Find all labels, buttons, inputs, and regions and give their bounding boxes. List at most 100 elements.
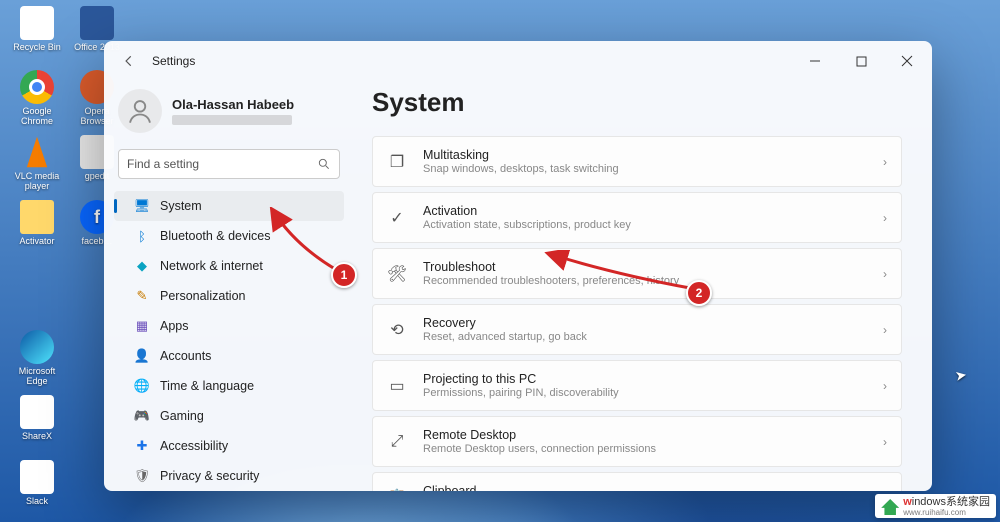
desktop-icon-sharex[interactable]: ShareX: [12, 395, 62, 441]
nav-icon: ▦: [134, 318, 150, 334]
house-icon: [881, 499, 899, 515]
folder-icon: [20, 200, 54, 234]
nav-icon: ᛒ: [134, 228, 150, 244]
main-panel: System ❐ MultitaskingSnap windows, deskto…: [348, 81, 932, 491]
search-icon: [317, 157, 331, 171]
watermark: windows系统家园 www.ruihaifu.com: [875, 494, 996, 518]
sidebar-item-label: Bluetooth & devices: [160, 229, 271, 243]
desktop-icon-slack[interactable]: Slack: [12, 460, 62, 506]
desktop-icon-label: ShareX: [12, 431, 62, 441]
sidebar-item-label: Accounts: [160, 349, 211, 363]
desktop-icon-label: VLC media player: [12, 171, 62, 191]
card-icon: 🛠: [387, 264, 407, 284]
minimize-icon: [809, 55, 821, 67]
annotation-badge-1: 1: [331, 262, 357, 288]
card-icon: ❐: [387, 152, 407, 172]
sidebar-item-label: Personalization: [160, 289, 245, 303]
nav-icon: ✎: [134, 288, 150, 304]
page-title: System: [372, 87, 902, 118]
sidebar: Ola-Hassan Habeeb Find a setting 🖥System…: [104, 81, 348, 491]
card-icon: 📋: [387, 488, 407, 492]
minimize-button[interactable]: [792, 41, 838, 81]
sidebar-item-accessibility[interactable]: ✚Accessibility: [114, 431, 344, 461]
user-name: Ola-Hassan Habeeb: [172, 97, 294, 112]
watermark-brand: windows系统家园: [903, 497, 990, 509]
close-icon: [901, 55, 913, 67]
card-subtitle: Recommended troubleshooters, preferences…: [423, 275, 867, 287]
chrome-icon: [20, 70, 54, 104]
sidebar-item-privacy-security[interactable]: 🛡 Privacy & security: [114, 461, 344, 491]
card-subtitle: Remote Desktop users, connection permiss…: [423, 443, 867, 455]
chevron-right-icon: ›: [883, 267, 887, 281]
back-button[interactable]: [118, 50, 140, 72]
chevron-right-icon: ›: [883, 211, 887, 225]
arrow-left-icon: [122, 54, 136, 68]
settings-card-projecting-to-this-pc[interactable]: ▭ Projecting to this PCPermissions, pairi…: [372, 360, 902, 411]
sidebar-item-network-internet[interactable]: ◆ Network & internet: [114, 251, 344, 281]
edge-icon: [20, 330, 54, 364]
person-icon: [126, 97, 154, 125]
sidebar-item-label: Privacy & security: [160, 469, 259, 483]
sidebar-item-label: Network & internet: [160, 259, 263, 273]
search-placeholder: Find a setting: [127, 157, 199, 171]
chevron-right-icon: ›: [883, 435, 887, 449]
annotation-badge-2: 2: [686, 280, 712, 306]
sidebar-item-bluetooth-devices[interactable]: ᛒ Bluetooth & devices: [114, 221, 344, 251]
docx-icon: [80, 6, 114, 40]
card-subtitle: Permissions, pairing PIN, discoverabilit…: [423, 387, 867, 399]
nav-icon: 🖥: [134, 198, 150, 214]
desktop-icon-google-chrome[interactable]: Google Chrome: [12, 70, 62, 126]
settings-card-remote-desktop[interactable]: ⤢ Remote DesktopRemote Desktop users, con…: [372, 416, 902, 467]
sidebar-item-gaming[interactable]: 🎮Gaming: [114, 401, 344, 431]
desktop-icon-label: Activator: [12, 236, 62, 246]
settings-card-activation[interactable]: ✓ActivationActivation state, subscriptio…: [372, 192, 902, 243]
close-button[interactable]: [884, 41, 930, 81]
settings-card-recovery[interactable]: ⟲RecoveryReset, advanced startup, go bac…: [372, 304, 902, 355]
sidebar-item-personalization[interactable]: ✎ Personalization: [114, 281, 344, 311]
settings-window: Settings Ola: [104, 41, 932, 491]
nav-icon: ◆: [134, 258, 150, 274]
cursor-icon: ➤: [954, 366, 969, 385]
slack-icon: [20, 460, 54, 494]
desktop-icon-microsoft-edge[interactable]: Microsoft Edge: [12, 330, 62, 386]
search-input[interactable]: Find a setting: [118, 149, 340, 179]
nav-icon: 👤: [134, 348, 150, 364]
bin-icon: [20, 6, 54, 40]
card-icon: ⤢: [387, 432, 407, 452]
settings-card-multitasking[interactable]: ❐ MultitaskingSnap windows, desktops, tas…: [372, 136, 902, 187]
cone-icon: [20, 135, 54, 169]
card-title: Multitasking: [423, 148, 867, 162]
avatar: [118, 89, 162, 133]
window-title: Settings: [152, 54, 195, 68]
settings-card-troubleshoot[interactable]: 🛠TroubleshootRecommended troubleshooters…: [372, 248, 902, 299]
titlebar: Settings: [104, 41, 932, 81]
desktop-icon-activator[interactable]: Activator: [12, 200, 62, 246]
chevron-right-icon: ›: [883, 379, 887, 393]
desktop-icon-label: Recycle Bin: [12, 42, 62, 52]
desktop-icon-vlc-media-player[interactable]: VLC media player: [12, 135, 62, 191]
card-subtitle: Snap windows, desktops, task switching: [423, 163, 867, 175]
chevron-right-icon: ›: [883, 155, 887, 169]
sharex-icon: [20, 395, 54, 429]
card-icon: ▭: [387, 376, 407, 396]
sidebar-item-system[interactable]: 🖥System: [114, 191, 344, 221]
card-title: Remote Desktop: [423, 428, 867, 442]
chevron-right-icon: ›: [883, 323, 887, 337]
user-block[interactable]: Ola-Hassan Habeeb: [114, 81, 344, 147]
sidebar-item-accounts[interactable]: 👤 Accounts: [114, 341, 344, 371]
sidebar-item-time-language[interactable]: 🌐Time & language: [114, 371, 344, 401]
card-title: Clipboard: [423, 484, 867, 491]
chevron-right-icon: ›: [883, 491, 887, 492]
desktop-icon-recycle-bin[interactable]: Recycle Bin: [12, 6, 62, 52]
maximize-button[interactable]: [838, 41, 884, 81]
nav-icon: 🎮: [134, 408, 150, 424]
card-title: Projecting to this PC: [423, 372, 867, 386]
settings-card-clipboard[interactable]: 📋ClipboardCut and copy history, sync, cl…: [372, 472, 902, 491]
desktop-icon-label: Slack: [12, 496, 62, 506]
card-icon: ✓: [387, 208, 407, 228]
card-subtitle: Activation state, subscriptions, product…: [423, 219, 867, 231]
watermark-url: www.ruihaifu.com: [903, 509, 990, 517]
nav-icon: 🌐: [134, 378, 150, 394]
sidebar-item-apps[interactable]: ▦Apps: [114, 311, 344, 341]
nav-icon: 🛡: [134, 468, 150, 484]
